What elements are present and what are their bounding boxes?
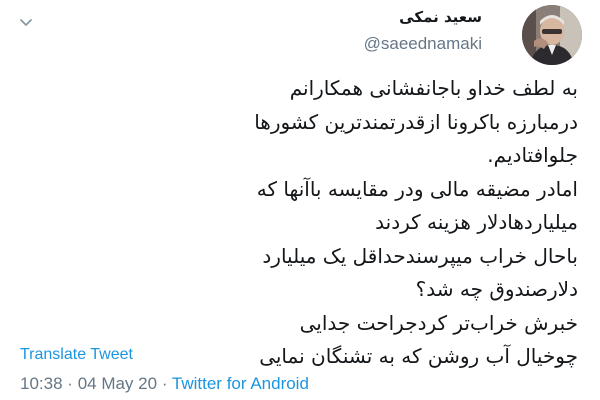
display-name[interactable]: سعید نمکی <box>399 8 482 26</box>
chevron-down-icon[interactable] <box>18 14 34 30</box>
tweet-line: به لطف خداو باجانفشانی همکارانم <box>289 76 578 100</box>
tweet-meta: 10:38 · 04 May 20 · Twitter for Android <box>20 374 309 394</box>
tweet-text: به لطف خداو باجانفشانی همکارانم درمبارزه… <box>20 72 578 374</box>
tweet-time[interactable]: 10:38 <box>20 374 63 393</box>
tweet-header: سعید نمکی @saeednamaki <box>0 0 600 70</box>
tweet-line: دلارصندوق چه شد؟ <box>415 277 578 301</box>
tweet-line: امادر مضیقه مالی ودر مقایسه باآنها که <box>256 176 578 201</box>
meta-separator: · <box>161 374 168 393</box>
tweet-line: باحال خراب میپرسندحداقل یک میلیارد <box>262 243 578 268</box>
avatar[interactable] <box>522 5 582 65</box>
tweet-line: میلیاردهادلار هزینه کردند <box>375 210 578 234</box>
avatar-photo <box>522 5 582 65</box>
tweet-line: جلوافتادیم. <box>487 143 578 167</box>
user-handle[interactable]: @saeednamaki <box>364 34 482 54</box>
tweet-card: سعید نمکی @saeednamaki به لطف خداو باجان… <box>0 0 600 400</box>
tweet-source-link[interactable]: Twitter for Android <box>172 374 309 393</box>
tweet-line: درمبارزه باکرونا ازقدرتمندترین کشورها <box>254 109 578 134</box>
tweet-line: خبرش خراب‌تر کردجراحت جدایی <box>299 310 578 335</box>
tweet-date[interactable]: 04 May 20 <box>78 374 157 393</box>
translate-tweet-link[interactable]: Translate Tweet <box>20 346 133 364</box>
meta-separator: · <box>67 374 73 393</box>
